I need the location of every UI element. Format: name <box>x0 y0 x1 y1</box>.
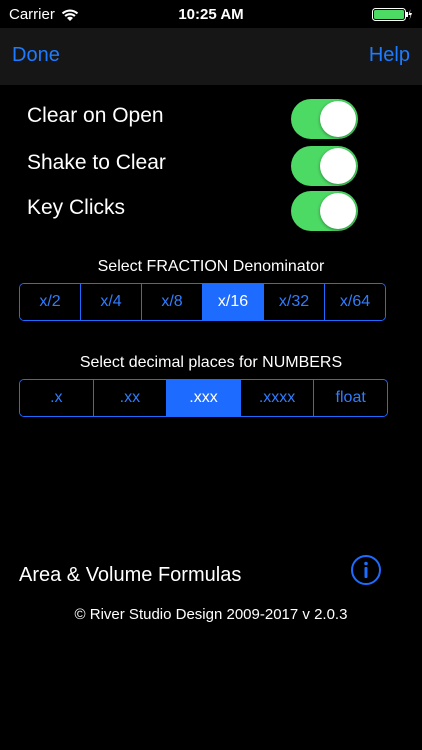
info-icon[interactable] <box>350 554 382 586</box>
switch-knob <box>320 193 356 229</box>
decimal-option-float[interactable]: float <box>314 380 387 416</box>
toggle-row-key-clicks: Key Clicks <box>0 189 422 233</box>
fraction-option-x32[interactable]: x/32 <box>264 284 325 320</box>
status-bar: Carrier 10:25 AM <box>0 0 422 28</box>
decimal-option-xxxx[interactable]: .xxxx <box>240 380 315 416</box>
fraction-segmented-control: x/2 x/4 x/8 x/16 x/32 x/64 <box>19 283 386 321</box>
toggle-row-clear-on-open: Clear on Open <box>0 97 422 141</box>
status-time: 10:25 AM <box>178 6 244 23</box>
clear-on-open-switch[interactable] <box>291 99 358 139</box>
clear-on-open-label: Clear on Open <box>27 104 164 127</box>
key-clicks-switch[interactable] <box>291 191 358 231</box>
fraction-option-x64[interactable]: x/64 <box>325 284 385 320</box>
key-clicks-label: Key Clicks <box>27 196 126 219</box>
shake-to-clear-label: Shake to Clear <box>27 151 166 174</box>
fraction-section-title: Select FRACTION Denominator <box>97 258 325 275</box>
decimal-segmented-control: .x .xx .xxx .xxxx float <box>19 379 388 417</box>
copyright-text: © River Studio Design 2009-2017 v 2.0.3 <box>74 606 348 623</box>
decimal-option-xx[interactable]: .xx <box>93 380 168 416</box>
toggle-row-shake-to-clear: Shake to Clear <box>0 144 422 188</box>
decimal-option-xxx[interactable]: .xxx <box>167 380 241 416</box>
navigation-bar: Done Help <box>0 28 422 85</box>
battery-icon <box>372 8 412 21</box>
fraction-option-x4[interactable]: x/4 <box>81 284 142 320</box>
done-button[interactable]: Done <box>12 44 60 67</box>
switch-knob <box>320 101 356 137</box>
decimal-option-x[interactable]: .x <box>20 380 94 416</box>
switch-knob <box>320 148 356 184</box>
help-button[interactable]: Help <box>369 44 410 67</box>
fraction-option-x2[interactable]: x/2 <box>20 284 81 320</box>
fraction-option-x16[interactable]: x/16 <box>203 284 264 320</box>
area-volume-formulas-label[interactable]: Area & Volume Formulas <box>19 564 241 587</box>
shake-to-clear-switch[interactable] <box>291 146 358 186</box>
fraction-option-x8[interactable]: x/8 <box>142 284 203 320</box>
decimal-section-title: Select decimal places for NUMBERS <box>79 354 343 371</box>
